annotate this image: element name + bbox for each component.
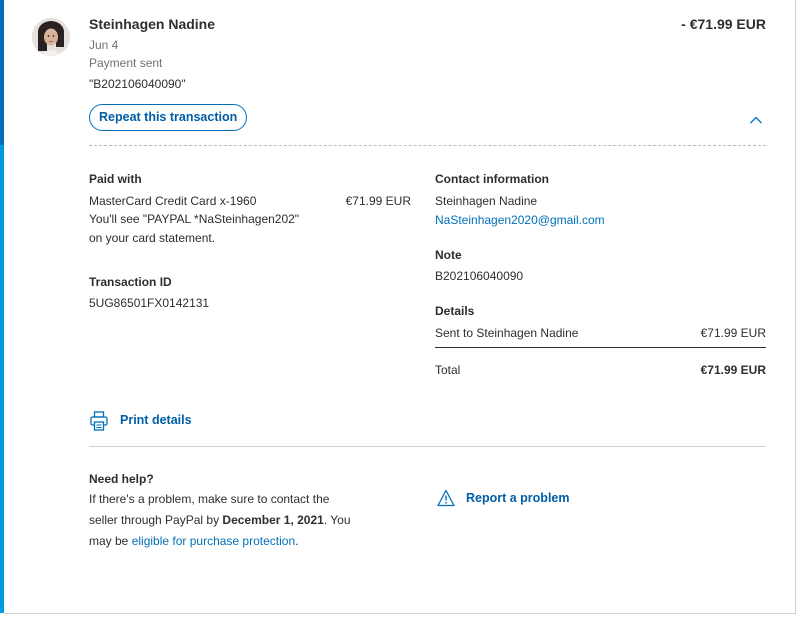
printer-icon[interactable] xyxy=(90,411,108,431)
contact-email-link[interactable]: NaSteinhagen2020@gmail.com xyxy=(435,213,605,227)
repeat-transaction-button[interactable]: Repeat this transaction xyxy=(89,104,248,131)
note-value: B202106040090 xyxy=(435,269,524,283)
transaction-status: Payment sent xyxy=(89,56,163,70)
print-details-link[interactable]: Print details xyxy=(120,413,192,427)
section-divider xyxy=(89,145,766,146)
paid-with-heading: Paid with xyxy=(89,172,142,186)
details-heading: Details xyxy=(435,304,475,318)
help-deadline-date: December 1, 2021 xyxy=(222,513,324,527)
help-text-line1: If there's a problem, make sure to conta… xyxy=(89,492,330,506)
transaction-amount: - €71.99 EUR xyxy=(681,16,766,32)
payment-method: MasterCard Credit Card x-1960 xyxy=(89,194,257,208)
note-heading: Note xyxy=(435,248,462,262)
help-text-line3-prefix: may be xyxy=(89,534,132,548)
help-text-line2-prefix: seller through PayPal by xyxy=(89,513,223,527)
selected-accent-bar xyxy=(0,0,4,145)
transaction-id-value: 5UG86501FX0142131 xyxy=(89,296,210,310)
details-sent-amount: €71.99 EUR xyxy=(700,326,766,340)
details-divider xyxy=(435,347,766,348)
transaction-id-heading: Transaction ID xyxy=(89,275,172,289)
contact-heading: Contact information xyxy=(435,172,549,186)
statement-descriptor-line2: on your card statement. xyxy=(89,231,216,245)
report-problem-link[interactable]: Report a problem xyxy=(466,491,570,505)
card-border-right xyxy=(795,0,796,613)
details-total-amount: €71.99 EUR xyxy=(700,363,766,377)
statement-descriptor-line1: You'll see "PAYPAL *NaSteinhagen202" xyxy=(89,212,300,226)
details-sent-label: Sent to Steinhagen Nadine xyxy=(435,326,579,340)
payment-method-amount: €71.99 EUR xyxy=(345,194,411,208)
help-text-line3-suffix: . xyxy=(295,534,299,548)
help-text-line2: seller through PayPal by December 1, 202… xyxy=(89,513,351,527)
card-border-bottom xyxy=(4,613,796,614)
chevron-up-icon[interactable] xyxy=(749,112,763,124)
purchase-protection-link[interactable]: eligible for purchase protection xyxy=(132,534,295,548)
transaction-reference: "B202106040090" xyxy=(89,77,186,91)
transaction-date: Jun 4 xyxy=(89,38,119,52)
warning-icon[interactable] xyxy=(437,489,455,507)
details-total-label: Total xyxy=(435,363,461,377)
counterparty-name: Steinhagen Nadine xyxy=(89,16,216,32)
help-heading: Need help? xyxy=(89,472,154,486)
contact-name: Steinhagen Nadine xyxy=(435,194,538,208)
help-divider xyxy=(89,446,766,447)
help-text-line2-suffix: . You xyxy=(323,513,351,527)
details-accent-bar xyxy=(0,145,4,613)
avatar xyxy=(32,18,70,56)
help-text-line3: may be eligible for purchase protection. xyxy=(89,534,298,548)
